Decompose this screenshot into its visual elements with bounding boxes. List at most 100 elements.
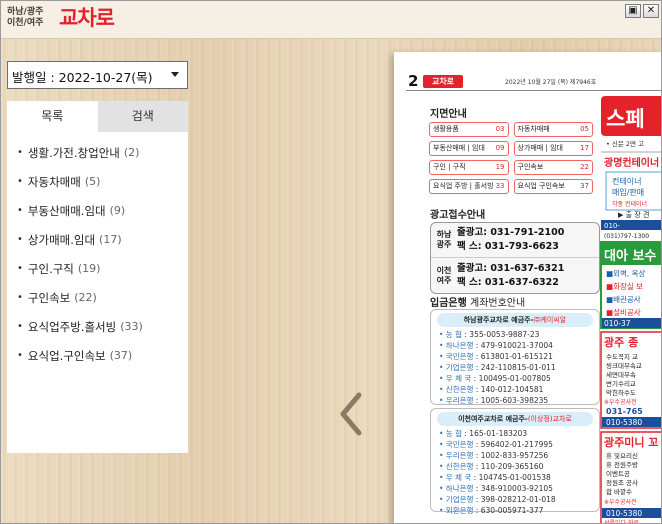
bank-account-line: • 신한은행 : 140-012-104581 xyxy=(439,385,544,394)
category-count: (22) xyxy=(74,291,97,304)
svg-text:선룸있다 화류: 선룸있다 화류 xyxy=(604,519,640,524)
category-name: 구인.구직 xyxy=(27,261,74,276)
tab-search[interactable]: 검색 xyxy=(97,101,188,132)
svg-text:휴 전원주방: 휴 전원주방 xyxy=(606,460,638,469)
svg-text:(031)797-1300: (031)797-1300 xyxy=(604,233,649,240)
toc-entry[interactable]: 자동차매매 05 xyxy=(513,122,593,137)
previous-page-arrow-icon[interactable] xyxy=(335,391,369,437)
panel-tabs: 목록 검색 xyxy=(7,101,188,132)
toc-entry[interactable]: 요식업 주방 | 홀서빙 33 xyxy=(429,179,509,194)
bank-account-line: • 우리은행 : 1002-833-957256 xyxy=(439,451,549,460)
category-count: (9) xyxy=(109,204,126,217)
toc-grid: 생활용품 03 자동차매매 05 부동산매매 | 임대 09 상가매매 | 임대 17 구인 |… xyxy=(429,122,593,198)
page-badge: 교차로 xyxy=(423,75,463,88)
bank-title-sub: 계좌번호안내 xyxy=(466,298,526,309)
svg-text:010-: 010- xyxy=(604,222,620,230)
toc-entry[interactable]: 구인속보 22 xyxy=(513,160,593,175)
toc-title: 지면안내 xyxy=(430,109,467,120)
toc-entry[interactable]: 생활용품 03 xyxy=(429,122,509,137)
issue-date-select[interactable]: 발행일 : 2022-10-27(목) xyxy=(7,61,188,89)
ad-contact-row: 하남 광주 줄광고: 031-791-2100 팩 스: 031-793-6623 xyxy=(431,223,599,258)
svg-text:광주미니 꼬: 광주미니 꼬 xyxy=(604,435,658,449)
svg-text:• 신문 2면 고: • 신문 2면 고 xyxy=(606,139,644,148)
right-ads-art: 스페 • 신문 2면 고 광명컨테이너 컨테이너 매입/판매 각종 컨테이너 ▶… xyxy=(600,94,661,524)
category-count: (2) xyxy=(123,146,140,159)
ad-region: 하남 광주 xyxy=(436,230,452,249)
category-name: 자동차매매 xyxy=(27,174,81,189)
toc-entry-name: 상가매매 | 임대 xyxy=(517,144,563,152)
bullet-icon: • xyxy=(17,350,23,361)
bank-account-line: • 농 협 : 165-01-183203 xyxy=(439,429,528,438)
bank-title-main: 입금은행 xyxy=(430,298,467,309)
bullet-icon: • xyxy=(17,263,23,274)
toc-entry-name: 자동차매매 xyxy=(517,125,550,133)
toc-entry[interactable]: 부동산매매 | 임대 09 xyxy=(429,141,509,156)
bullet-icon: • xyxy=(17,205,23,216)
toc-entry-page: 17 xyxy=(580,144,589,152)
svg-text:씽크대부속교: 씽크대부속교 xyxy=(606,361,642,370)
toc-entry-page: 22 xyxy=(580,163,589,171)
category-item[interactable]: • 구인.구직 (19) xyxy=(7,254,188,283)
logo-brand: 교차로 xyxy=(59,6,115,30)
page-number: 2 xyxy=(408,72,419,90)
bank-title: 입금은행 계좌번호안내 xyxy=(430,294,525,309)
svg-text:세면대부속: 세면대부속 xyxy=(606,370,636,379)
category-item[interactable]: • 상가매매.임대 (17) xyxy=(7,225,188,254)
newspaper-page[interactable]: 2 교차로 2022년 10월 27일 (목) 제7946호 지면안내 생활용품… xyxy=(394,52,661,524)
category-item[interactable]: • 구인속보 (22) xyxy=(7,283,188,312)
ad-title: 광고접수안내 xyxy=(430,210,486,221)
toc-entry[interactable]: 상가매매 | 임대 17 xyxy=(513,141,593,156)
bank-account-line: • 국민은행 : 613801-01-615121 xyxy=(439,352,553,361)
bank-account-line: • 하나은행 : 348-910003-92105 xyxy=(439,484,553,493)
svg-text:각종 컨테이너: 각종 컨테이너 xyxy=(612,200,647,208)
category-item[interactable]: • 자동차매매 (5) xyxy=(7,167,188,196)
bullet-icon: • xyxy=(17,234,23,245)
category-count: (19) xyxy=(77,262,101,275)
svg-text:■설비공사: ■설비공사 xyxy=(606,308,641,317)
svg-text:031-765: 031-765 xyxy=(606,407,643,416)
svg-text:이벤트공: 이벤트공 xyxy=(606,469,630,478)
toc-row: 부동산매매 | 임대 09 상가매매 | 임대 17 xyxy=(429,141,593,156)
toc-entry-name: 부동산매매 | 임대 xyxy=(433,144,485,152)
ad-contact-row: 이천 여주 줄광고: 031-637-6321 팩 스: 031-637-6322 xyxy=(431,258,599,293)
logo[interactable]: 하남/광주 이천/여주 교차로 xyxy=(7,5,137,35)
chevron-down-icon xyxy=(171,72,179,77)
ad-numbers: 줄광고: 031-791-2100 팩 스: 031-793-6623 xyxy=(457,227,565,252)
category-name: 요식업주방.홀서빙 xyxy=(27,319,117,334)
category-count: (37) xyxy=(109,349,133,362)
svg-text:변기수리교: 변기수리교 xyxy=(606,379,636,388)
bank-group-head: 하남광주교차로 예금주-㈜케이씨알 xyxy=(437,313,593,327)
toc-entry-page: 19 xyxy=(495,163,505,171)
bank-account-line: • 하나은행 : 479-910021-37004 xyxy=(439,341,553,350)
category-panel: 목록 검색 • 생활.가전.창업안내 (2) • 자동차매매 (5) • 부동산매매.임대 (9… xyxy=(7,101,188,453)
svg-text:010-37: 010-37 xyxy=(604,319,631,328)
svg-text:▶ 출 장 견: ▶ 출 장 견 xyxy=(618,210,649,219)
toc-entry[interactable]: 요식업 구인속보 37 xyxy=(513,179,593,194)
bank-box-hanam: 하남광주교차로 예금주-㈜케이씨알 • 농 협 : 355-0053-9887-2… xyxy=(430,309,600,405)
category-item[interactable]: • 요식업주방.홀서빙 (33) xyxy=(7,312,188,341)
app-window: 하남/광주 이천/여주 교차로 ▣ ✕ 발행일 : 2022-10-27(목) … xyxy=(0,0,662,524)
category-name: 생활.가전.창업안내 xyxy=(27,145,120,160)
tab-list[interactable]: 목록 xyxy=(7,101,98,132)
toc-entry-page: 33 xyxy=(495,182,505,190)
header-rule xyxy=(406,90,661,91)
toc-entry-name: 요식업 주방 | 홀서빙 xyxy=(433,182,494,190)
bank-account-line: • 우리은행 : 1005-603-398235 xyxy=(439,396,549,405)
toc-entry[interactable]: 구인 | 구직 19 xyxy=(429,160,509,175)
category-item[interactable]: • 요식업.구인속보 (37) xyxy=(7,341,188,370)
category-item[interactable]: • 생활.가전.창업안내 (2) xyxy=(7,138,188,167)
bank-account-line: • 우 체 국 : 100495-01-007805 xyxy=(439,374,551,383)
svg-text:■배관공사: ■배관공사 xyxy=(606,294,641,304)
bank-account-line: • 외환은행 : 630-005971-377 xyxy=(439,506,544,515)
bullet-icon: • xyxy=(17,176,23,187)
issue-date-label: 발행일 : 2022-10-27(목) xyxy=(12,70,153,85)
close-button[interactable]: ✕ xyxy=(643,4,659,18)
toc-entry-page: 09 xyxy=(495,144,505,152)
ad-contact-box: 하남 광주 줄광고: 031-791-2100 팩 스: 031-793-6623 이천… xyxy=(430,222,600,294)
category-item[interactable]: • 부동산매매.임대 (9) xyxy=(7,196,188,225)
svg-text:※우수공사전: ※우수공사전 xyxy=(604,498,637,506)
svg-text:정원조 공사: 정원조 공사 xyxy=(606,478,638,487)
restore-button[interactable]: ▣ xyxy=(625,4,641,18)
bullet-icon: • xyxy=(17,321,23,332)
category-name: 요식업.구인속보 xyxy=(27,348,106,363)
